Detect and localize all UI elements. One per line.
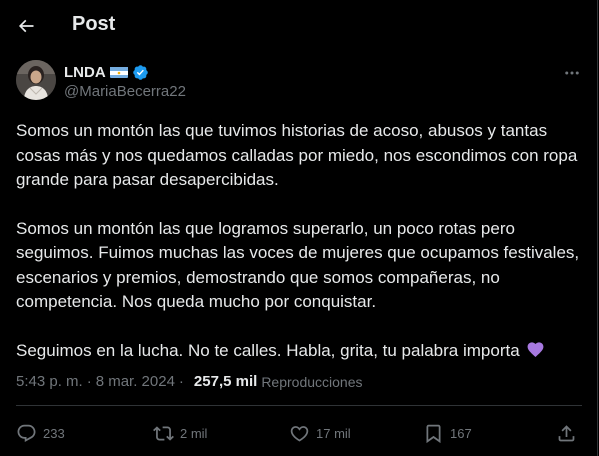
argentina-flag-icon bbox=[109, 66, 128, 78]
reply-count: 233 bbox=[43, 425, 65, 441]
post-header: Post bbox=[0, 0, 598, 52]
tweet-paragraph: Somos un montón las que logramos superar… bbox=[16, 218, 580, 312]
bookmark-button[interactable]: 167 bbox=[423, 419, 472, 447]
divider bbox=[16, 405, 582, 406]
verified-badge-icon[interactable] bbox=[132, 64, 149, 81]
like-count: 17 mil bbox=[316, 425, 351, 441]
author-info: LNDA @MariaBecerra22 bbox=[64, 62, 186, 101]
reply-button[interactable]: 233 bbox=[16, 419, 65, 447]
heart-icon bbox=[290, 425, 309, 442]
tweet-paragraph: Somos un montón las que tuvimos historia… bbox=[16, 121, 578, 189]
share-icon bbox=[558, 424, 575, 441]
share-button[interactable] bbox=[556, 419, 577, 447]
views-label: Reproducciones bbox=[261, 373, 363, 390]
meta-separator: · bbox=[86, 373, 92, 390]
avatar[interactable] bbox=[16, 60, 56, 100]
bookmark-count: 167 bbox=[450, 425, 472, 441]
meta-separator: · bbox=[178, 373, 184, 390]
purple-heart-icon bbox=[526, 340, 545, 359]
more-options-button[interactable] bbox=[556, 60, 588, 86]
tweet-meta: 5:43 p. m. · 8 mar. 2024 · 257,5 mil Rep… bbox=[16, 373, 362, 390]
like-button[interactable]: 17 mil bbox=[289, 419, 351, 447]
back-button[interactable] bbox=[8, 8, 44, 44]
tweet-time[interactable]: 5:43 p. m. bbox=[16, 373, 83, 390]
post-detail-view: Post LNDA @MariaBecerra22 Somos un montó… bbox=[0, 0, 598, 456]
bookmark-icon bbox=[426, 424, 441, 443]
author-handle[interactable]: @MariaBecerra22 bbox=[64, 83, 186, 100]
avatar-image bbox=[16, 60, 56, 100]
arrow-left-icon bbox=[18, 19, 34, 33]
reply-icon bbox=[17, 424, 36, 442]
more-horizontal-icon bbox=[565, 71, 579, 75]
author-display-name[interactable]: LNDA bbox=[64, 64, 106, 81]
tweet-paragraph-last: Seguimos en la lucha. No te calles. Habl… bbox=[16, 339, 582, 364]
views-count[interactable]: 257,5 mil bbox=[194, 373, 257, 390]
repost-button[interactable]: 2 mil bbox=[153, 419, 207, 447]
tweet-text: Somos un montón las que tuvimos historia… bbox=[16, 119, 582, 387]
repost-count: 2 mil bbox=[180, 425, 208, 441]
tweet-date[interactable]: 8 mar. 2024 bbox=[96, 373, 175, 390]
action-bar: 233 2 mil 17 mil 167 bbox=[16, 419, 582, 447]
tweet-paragraph-text: Seguimos en la lucha. No te calles. Habl… bbox=[16, 340, 520, 360]
page-title: Post bbox=[72, 13, 116, 35]
repost-icon bbox=[153, 425, 174, 441]
